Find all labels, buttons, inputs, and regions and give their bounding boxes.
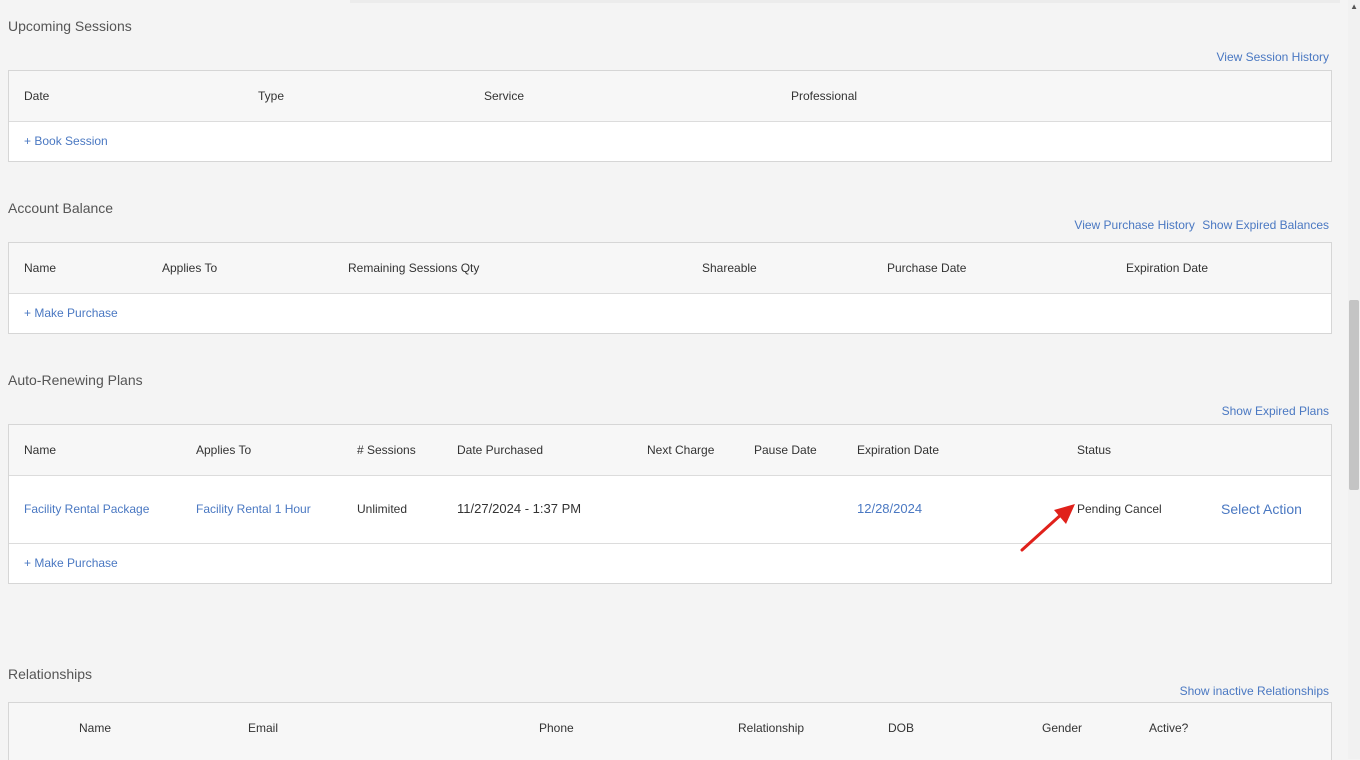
header-name: Name (24, 443, 57, 457)
header-email: Email (248, 721, 279, 735)
header-name: Name (79, 721, 112, 735)
plan-expiration-date-link[interactable]: 12/28/2024 (857, 501, 922, 516)
balance-links: View Purchase History Show Expired Balan… (1070, 218, 1329, 232)
relationships-table-header: Name Email Phone Relationship DOB Gender… (9, 703, 1331, 760)
account-balance-table: Name Applies To Remaining Sessions Qty S… (8, 242, 1332, 334)
auto-renewing-plans-title: Auto-Renewing Plans (8, 372, 143, 388)
book-session-link[interactable]: + Book Session (24, 134, 108, 148)
plan-status: Pending Cancel (1077, 502, 1162, 516)
header-phone: Phone (539, 721, 574, 735)
annotation-arrow-icon (1020, 504, 1075, 552)
header-dob: DOB (888, 721, 915, 735)
header-remaining-sessions: Remaining Sessions Qty (348, 261, 480, 275)
upcoming-sessions-title: Upcoming Sessions (8, 18, 132, 34)
show-expired-balances-link[interactable]: Show Expired Balances (1202, 218, 1329, 232)
upcoming-links: View Session History (1213, 50, 1330, 64)
header-date: Date (24, 89, 50, 103)
plans-purchase-row: + Make Purchase (9, 544, 1331, 583)
plans-table-header: Name Applies To # Sessions Date Purchase… (9, 425, 1331, 476)
relationships-table: Name Email Phone Relationship DOB Gender… (8, 702, 1332, 760)
page-scrollbar[interactable]: ▲ (1348, 0, 1360, 759)
header-relationship: Relationship (738, 721, 805, 735)
header-expiration-date: Expiration Date (857, 443, 940, 457)
header-purchase-date: Purchase Date (887, 261, 967, 275)
upcoming-table-header: Date Type Service Professional (9, 71, 1331, 122)
plan-name-link[interactable]: Facility Rental Package (24, 502, 149, 516)
make-purchase-link[interactable]: + Make Purchase (24, 556, 118, 570)
account-balance-title: Account Balance (8, 200, 114, 216)
header-type: Type (258, 89, 285, 103)
relationships-title: Relationships (8, 666, 93, 682)
plan-row: Facility Rental Package Facility Rental … (9, 476, 1331, 544)
view-purchase-history-link[interactable]: View Purchase History (1074, 218, 1195, 232)
header-status: Status (1077, 443, 1112, 457)
relationships-links: Show inactive Relationships (1176, 684, 1329, 698)
header-shareable: Shareable (702, 261, 757, 275)
header-service: Service (484, 89, 525, 103)
upcoming-sessions-table: Date Type Service Professional + Book Se… (8, 70, 1332, 162)
scroll-up-arrow-icon[interactable]: ▲ (1350, 2, 1358, 11)
header-applies-to: Applies To (196, 443, 252, 457)
header-name: Name (24, 261, 57, 275)
make-purchase-link[interactable]: + Make Purchase (24, 306, 118, 320)
plans-links: Show Expired Plans (1218, 404, 1329, 418)
header-expiration-date: Expiration Date (1126, 261, 1209, 275)
header-applies-to: Applies To (162, 261, 218, 275)
view-session-history-link[interactable]: View Session History (1217, 50, 1330, 64)
show-inactive-relationships-link[interactable]: Show inactive Relationships (1180, 684, 1329, 698)
auto-renewing-plans-table: Name Applies To # Sessions Date Purchase… (8, 424, 1332, 584)
header-professional: Professional (791, 89, 858, 103)
show-expired-plans-link[interactable]: Show Expired Plans (1222, 404, 1329, 418)
plan-date-purchased: 11/27/2024 - 1:37 PM (457, 501, 582, 516)
upcoming-book-row: + Book Session (9, 122, 1331, 161)
select-action-button[interactable]: Select Action (1221, 501, 1302, 517)
header-sessions: # Sessions (357, 443, 416, 457)
header-date-purchased: Date Purchased (457, 443, 544, 457)
header-gender: Gender (1042, 721, 1083, 735)
plan-applies-to-link[interactable]: Facility Rental 1 Hour (196, 502, 311, 516)
balance-table-header: Name Applies To Remaining Sessions Qty S… (9, 243, 1331, 294)
header-active: Active? (1149, 721, 1189, 735)
header-pause-date: Pause Date (754, 443, 817, 457)
plan-sessions: Unlimited (357, 502, 408, 516)
header-next-charge: Next Charge (647, 443, 715, 457)
balance-purchase-row: + Make Purchase (9, 294, 1331, 333)
scrollbar-thumb[interactable] (1349, 300, 1359, 490)
top-divider (350, 0, 1340, 3)
